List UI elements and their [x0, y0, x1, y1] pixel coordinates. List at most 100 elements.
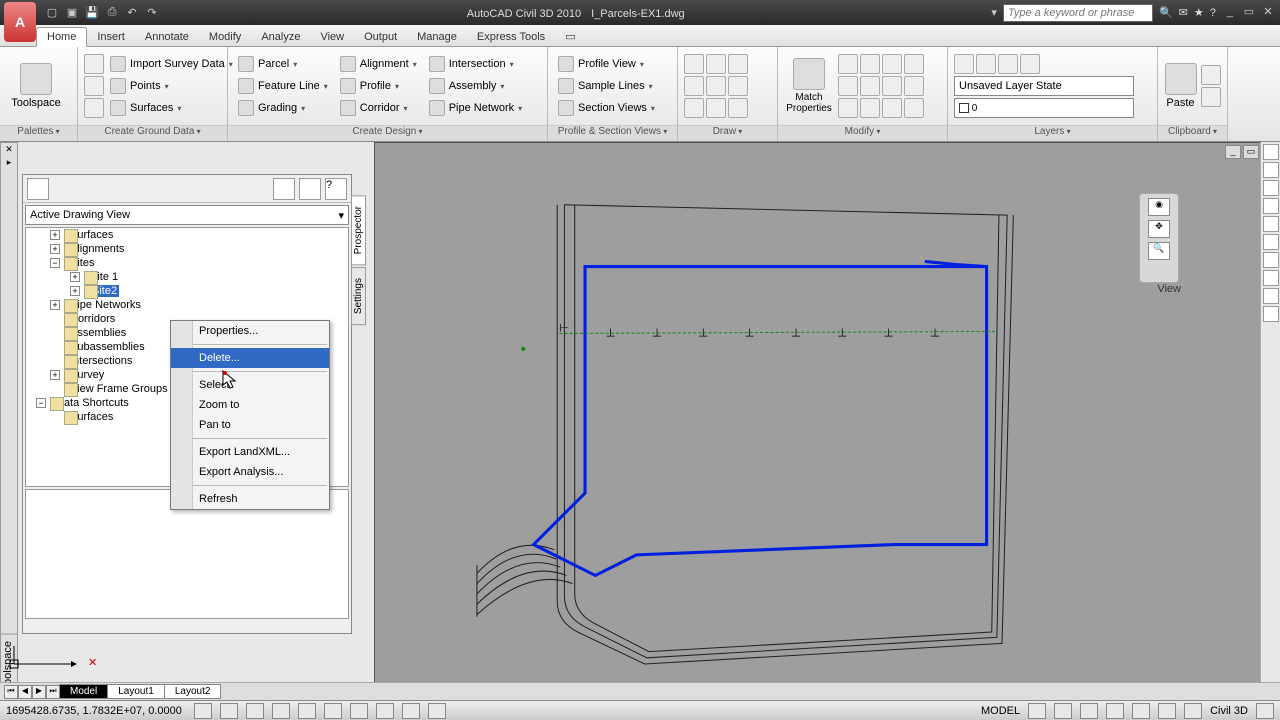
sidetab-settings[interactable]: Settings: [351, 267, 366, 325]
match-properties-button[interactable]: MatchProperties: [784, 51, 834, 121]
section-views-button[interactable]: Section Views: [554, 98, 659, 118]
ctx-select[interactable]: Select: [171, 375, 329, 395]
toolspace-grip[interactable]: ✕ ▸: [0, 142, 18, 642]
draw-spline-icon[interactable]: [728, 76, 748, 96]
panel-layers[interactable]: Layers: [948, 125, 1157, 141]
tab-modify[interactable]: Modify: [199, 28, 251, 46]
toolspace-button[interactable]: Toolspace: [6, 51, 66, 121]
lwt-toggle[interactable]: [402, 703, 420, 719]
cgd-icon2[interactable]: [84, 76, 104, 96]
tab-analyze[interactable]: Analyze: [251, 28, 310, 46]
layer-prop-icon[interactable]: [954, 54, 974, 74]
osnap-toggle[interactable]: [298, 703, 316, 719]
right-tool-7[interactable]: [1263, 252, 1279, 268]
model-tab[interactable]: Model: [59, 684, 108, 699]
cgd-icon3[interactable]: [84, 98, 104, 118]
panel-clipboard[interactable]: Clipboard: [1158, 125, 1227, 141]
array-icon[interactable]: [904, 98, 924, 118]
draw-hatch-icon[interactable]: [706, 98, 726, 118]
tab-express-tools[interactable]: Express Tools: [467, 28, 555, 46]
corridor-button[interactable]: Corridor: [336, 98, 421, 118]
comm-center-icon[interactable]: ✉: [1179, 6, 1188, 19]
snap-toggle[interactable]: [194, 703, 212, 719]
cut-icon[interactable]: [1201, 65, 1221, 85]
ctx-properties[interactable]: Properties...: [171, 321, 329, 341]
tab-extras-icon[interactable]: ▭: [555, 27, 585, 46]
ctx-export-analysis[interactable]: Export Analysis...: [171, 462, 329, 482]
copy-icon[interactable]: [860, 54, 880, 74]
copy-clip-icon[interactable]: [1201, 87, 1221, 107]
draw-ellipse-icon[interactable]: [684, 98, 704, 118]
tab-first-icon[interactable]: ⏮: [4, 685, 18, 699]
grid-toggle[interactable]: [220, 703, 238, 719]
nav-zoom-icon[interactable]: 🔍: [1148, 242, 1170, 260]
tree-node-pipe-networks[interactable]: +Pipe Networks: [26, 298, 348, 312]
feature-line-button[interactable]: Feature Line: [234, 76, 332, 96]
right-tool-10[interactable]: [1263, 306, 1279, 322]
trim-icon[interactable]: [860, 76, 880, 96]
dyn-toggle[interactable]: [376, 703, 394, 719]
maximize-button[interactable]: ▭: [1241, 5, 1257, 19]
tab-home[interactable]: Home: [36, 27, 87, 47]
ctx-zoom-to[interactable]: Zoom to: [171, 395, 329, 415]
ts-panorama-icon[interactable]: [299, 178, 321, 200]
parcel-button[interactable]: Parcel: [234, 54, 332, 74]
pipe-network-button[interactable]: Pipe Network: [425, 98, 526, 118]
viewport-maximize-icon[interactable]: ▭: [1243, 145, 1259, 159]
tree-node-alignments[interactable]: +Alignments: [26, 242, 348, 256]
close-button[interactable]: ✕: [1260, 5, 1276, 19]
sidetab-prospector[interactable]: Prospector: [351, 195, 366, 265]
polar-toggle[interactable]: [272, 703, 290, 719]
right-tool-5[interactable]: [1263, 216, 1279, 232]
panel-profile-section[interactable]: Profile & Section Views: [548, 125, 677, 141]
tab-last-icon[interactable]: ⏭: [46, 685, 60, 699]
qp-toggle[interactable]: [428, 703, 446, 719]
otrack-toggle[interactable]: [324, 703, 342, 719]
right-tool-1[interactable]: [1263, 144, 1279, 160]
keyword-search-input[interactable]: [1003, 4, 1153, 22]
qat-new-icon[interactable]: ▢: [44, 5, 60, 21]
tab-annotate[interactable]: Annotate: [135, 28, 199, 46]
model-space-indicator[interactable]: MODEL: [981, 705, 1020, 717]
qat-undo-icon[interactable]: ↶: [124, 5, 140, 21]
workspace-indicator[interactable]: Civil 3D: [1210, 705, 1248, 717]
tree-node-site1[interactable]: +Site 1: [26, 270, 348, 284]
import-survey-button[interactable]: Import Survey Data: [106, 54, 237, 74]
profile-view-button[interactable]: Profile View: [554, 54, 659, 74]
status-icon-5[interactable]: [1132, 703, 1150, 719]
grading-button[interactable]: Grading: [234, 98, 332, 118]
tab-output[interactable]: Output: [354, 28, 407, 46]
extend-icon[interactable]: [882, 76, 902, 96]
tree-node-surfaces[interactable]: +Surfaces: [26, 228, 348, 242]
ctx-delete[interactable]: Delete...: [171, 348, 329, 368]
favorites-icon[interactable]: ★: [1194, 6, 1204, 19]
layer-state-dropdown[interactable]: Unsaved Layer State: [954, 76, 1134, 96]
search-dropdown-icon[interactable]: ▾: [991, 6, 997, 19]
layer-freeze-icon[interactable]: [976, 54, 996, 74]
cgd-icon1[interactable]: [84, 54, 104, 74]
draw-polyline-icon[interactable]: [706, 54, 726, 74]
right-tool-4[interactable]: [1263, 198, 1279, 214]
move-icon[interactable]: [838, 54, 858, 74]
app-menu-button[interactable]: A: [4, 2, 36, 42]
panel-create-ground-data[interactable]: Create Ground Data: [78, 125, 227, 141]
ctx-pan-to[interactable]: Pan to: [171, 415, 329, 435]
right-tool-8[interactable]: [1263, 270, 1279, 286]
help-icon[interactable]: ?: [1210, 7, 1216, 19]
assembly-button[interactable]: Assembly: [425, 76, 526, 96]
tab-next-icon[interactable]: ▶: [32, 685, 46, 699]
mirror-icon[interactable]: [838, 76, 858, 96]
status-icon-2[interactable]: [1054, 703, 1072, 719]
tab-view[interactable]: View: [310, 28, 354, 46]
right-tool-2[interactable]: [1263, 162, 1279, 178]
qat-open-icon[interactable]: ▣: [64, 5, 80, 21]
ts-home-icon[interactable]: [27, 178, 49, 200]
ts-view-dropdown[interactable]: Active Drawing View▾: [25, 205, 349, 225]
paste-button[interactable]: Paste: [1164, 51, 1197, 121]
erase-icon[interactable]: [838, 98, 858, 118]
panel-palettes[interactable]: Palettes: [0, 125, 77, 141]
layer-current-dropdown[interactable]: 0: [954, 98, 1134, 118]
qat-redo-icon[interactable]: ↷: [144, 5, 160, 21]
right-tool-9[interactable]: [1263, 288, 1279, 304]
draw-point-icon[interactable]: [728, 98, 748, 118]
